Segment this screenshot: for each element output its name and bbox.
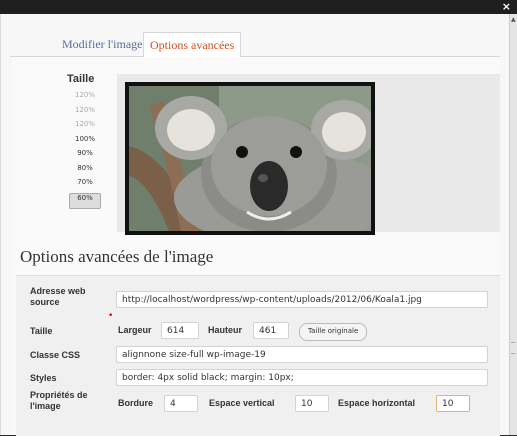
size-option[interactable]: 70% xyxy=(69,178,101,193)
size-option[interactable]: 120% xyxy=(69,120,101,135)
css-class-label: Classe CSS xyxy=(30,350,81,360)
css-class-input[interactable]: alignnone size-full wp-image-19 xyxy=(116,346,488,363)
image-preview-area xyxy=(117,74,500,235)
size-option[interactable]: 80% xyxy=(69,164,101,179)
width-label: Largeur xyxy=(118,325,152,335)
close-icon[interactable]: × xyxy=(502,0,511,14)
koala-photo xyxy=(125,82,375,235)
size-panel-label: Taille xyxy=(67,73,95,85)
tab-edit-image[interactable]: Modifier l'image xyxy=(62,32,142,56)
height-input[interactable]: 461 xyxy=(253,322,289,339)
advanced-form: Adresse web source • http://localhost/wo… xyxy=(16,275,500,436)
size-label: Taille xyxy=(30,326,53,336)
size-option-selected[interactable]: 60% xyxy=(69,192,101,209)
styles-label: Styles xyxy=(30,373,57,383)
scroll-up-arrow-icon[interactable]: ▲ xyxy=(511,16,516,23)
styles-input[interactable]: border: 4px solid black; margin: 10px; xyxy=(116,369,488,386)
vertical-space-label: Espace vertical xyxy=(209,398,275,408)
border-input[interactable]: 4 xyxy=(164,395,198,412)
image-props-label: Propriétés de l'image xyxy=(30,390,88,411)
source-url-input[interactable]: http://localhost/wordpress/wp-content/up… xyxy=(116,291,488,308)
size-option[interactable]: 90% xyxy=(69,149,101,164)
size-option[interactable]: 120% xyxy=(69,91,101,106)
advanced-options-panel: Taille 120% 120% 120% 100% 90% 80% 70% 6… xyxy=(12,57,500,436)
section-title: Options avancées de l'image xyxy=(20,247,214,266)
horizontal-space-input[interactable]: 10 xyxy=(436,395,470,412)
size-option[interactable]: 120% xyxy=(69,106,101,121)
required-marker: • xyxy=(108,311,114,321)
koala-illustration xyxy=(129,86,371,231)
scroll-grip[interactable] xyxy=(511,342,515,354)
horizontal-space-label: Espace horizontal xyxy=(338,398,416,408)
title-bar: × xyxy=(0,0,517,14)
height-label: Hauteur xyxy=(208,325,243,335)
original-size-button[interactable]: Taille originale xyxy=(299,323,368,341)
tab-advanced-options[interactable]: Options avancées xyxy=(143,32,242,58)
size-option-list: 120% 120% 120% 100% 90% 80% 70% 60% xyxy=(69,91,101,209)
media-dialog: × ▲ Modifier l'image Options avancées Ta… xyxy=(0,0,517,436)
vertical-scrollbar[interactable]: ▲ xyxy=(509,14,517,435)
size-option[interactable]: 100% xyxy=(69,135,101,150)
border-label: Bordure xyxy=(118,398,154,408)
source-label: Adresse web source xyxy=(30,286,86,307)
width-input[interactable]: 614 xyxy=(161,322,199,339)
tab-bar: Modifier l'image Options avancées xyxy=(10,14,500,58)
vertical-space-input[interactable]: 10 xyxy=(295,395,329,412)
